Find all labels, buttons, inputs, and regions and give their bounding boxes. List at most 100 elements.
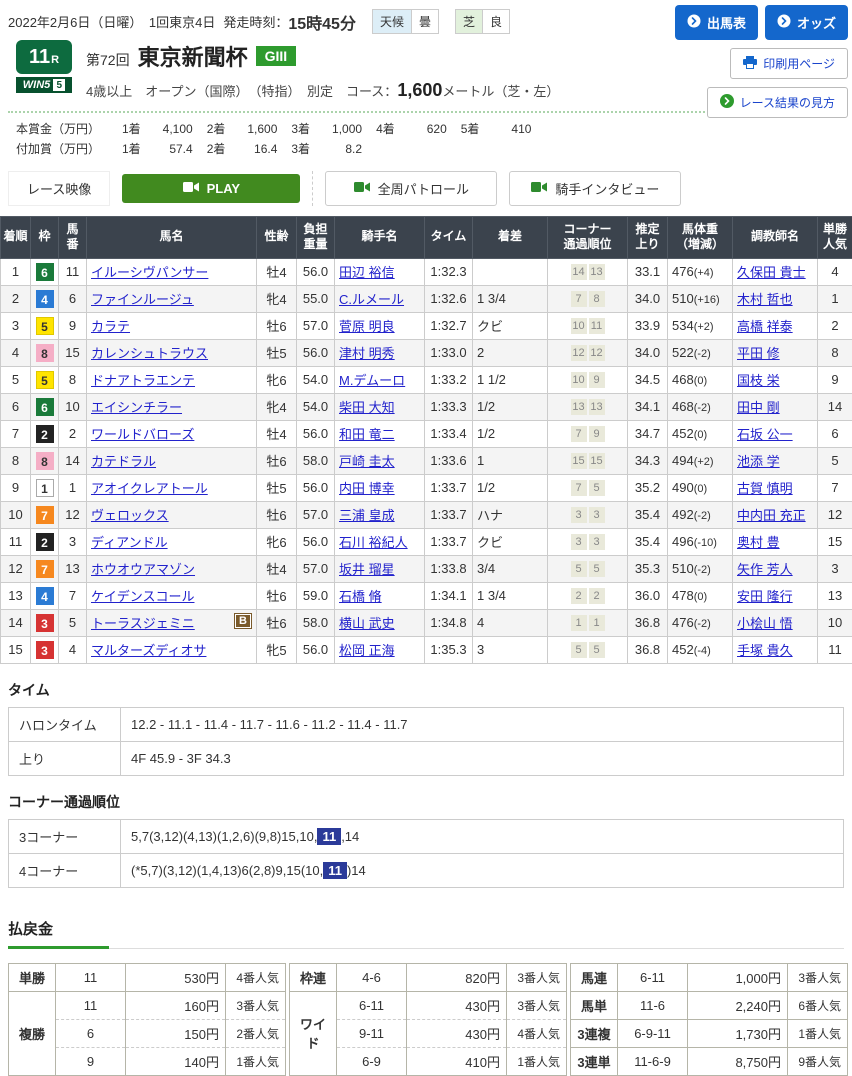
trainer-link[interactable]: 矢作 芳人 — [737, 562, 793, 577]
cell-corner-order: 22 — [548, 582, 628, 609]
jockey-link[interactable]: C.ルメール — [339, 292, 404, 307]
trainer-link[interactable]: 石坂 公一 — [737, 427, 793, 442]
jockey-link[interactable]: 石橋 脩 — [339, 589, 382, 604]
jockey-link[interactable]: 内田 博幸 — [339, 481, 395, 496]
jockey-link[interactable]: 柴田 大知 — [339, 400, 395, 415]
trainer-link[interactable]: 久保田 貴士 — [737, 265, 806, 280]
horse-name-link[interactable]: アオイクレアトール — [91, 481, 208, 496]
header-horse-number: 馬 番 — [59, 216, 87, 258]
trainer-link[interactable]: 安田 隆行 — [737, 589, 793, 604]
patrol-video-button[interactable]: 全周パトロール — [325, 171, 497, 206]
cell-horse-weight: 452(-4) — [668, 636, 733, 663]
jockey-link[interactable]: 田辺 裕信 — [339, 265, 395, 280]
prize-place-label: 3着 — [291, 140, 310, 160]
jockey-link[interactable]: 松岡 正海 — [339, 643, 395, 658]
prize-place-label: 1着 — [122, 120, 141, 140]
cell-waku: 6 — [31, 393, 59, 420]
print-page-button[interactable]: 印刷用ページ — [730, 48, 848, 79]
trainer-link[interactable]: 小桧山 悟 — [737, 616, 793, 631]
cell-horse-name: カレンシュトラウス — [87, 339, 257, 366]
jockey-link[interactable]: 和田 竜二 — [339, 427, 395, 442]
cell-finish-position: 5 — [1, 366, 31, 393]
corner-position-chip: 3 — [571, 534, 587, 550]
horse-name-link[interactable]: ヴェロックス — [91, 508, 169, 523]
cell-time: 1:32.3 — [425, 258, 473, 285]
payout-combination: 11-6-9 — [618, 1047, 688, 1075]
horse-name-link[interactable]: ワールドバローズ — [91, 427, 194, 442]
horse-name-link[interactable]: イルーシヴパンサー — [91, 265, 208, 280]
cell-win-popularity: 4 — [818, 258, 852, 285]
corner4-value: (*5,7)(3,12)(1,4,13)6(2,8)9,15(10,11)14 — [121, 853, 844, 887]
cell-margin: クビ — [473, 528, 548, 555]
jockey-link[interactable]: 津村 明秀 — [339, 346, 395, 361]
payout-combination: 4-6 — [337, 963, 407, 991]
jockey-link[interactable]: 戸崎 圭太 — [339, 454, 395, 469]
cell-margin: クビ — [473, 312, 548, 339]
turf-label: 芝 — [456, 10, 483, 33]
cell-corner-order: 75 — [548, 474, 628, 501]
cell-load-weight: 56.0 — [297, 636, 335, 663]
cell-last3f: 33.1 — [628, 258, 668, 285]
cell-time: 1:33.3 — [425, 393, 473, 420]
corner-position-chip: 9 — [589, 426, 605, 442]
table-row: 2 4 6 ファインルージュ 牝4 55.0 C.ルメール 1:32.6 1 3… — [1, 285, 852, 312]
cell-load-weight: 56.0 — [297, 339, 335, 366]
trainer-link[interactable]: 池添 学 — [737, 454, 780, 469]
race-card-button[interactable]: 出馬表 — [675, 5, 758, 40]
trainer-link[interactable]: 古賀 慎明 — [737, 481, 793, 496]
cell-jockey: 松岡 正海 — [335, 636, 425, 663]
race-results-table: 着順 枠 馬 番 馬名 性齢 負担 重量 騎手名 タイム 着差 コーナー 通過順… — [0, 216, 852, 664]
horse-name-link[interactable]: ディアンドル — [91, 535, 168, 550]
trainer-link[interactable]: 田中 剛 — [737, 400, 780, 415]
cell-win-popularity: 12 — [818, 501, 852, 528]
corner-order-table: 3コーナー 5,7(3,12)(4,13)(1,2,6)(9,8)15,10,1… — [8, 819, 844, 888]
jockey-link[interactable]: 三浦 皇成 — [339, 508, 395, 523]
trainer-link[interactable]: 木村 哲也 — [737, 292, 793, 307]
cell-margin: 1 3/4 — [473, 582, 548, 609]
cell-last3f: 35.3 — [628, 555, 668, 582]
results-guide-button[interactable]: レース結果の見方 — [707, 87, 848, 118]
odds-button[interactable]: オッズ — [765, 5, 848, 40]
corner4-label: 4コーナー — [9, 853, 121, 887]
cell-margin: 4 — [473, 609, 548, 636]
prize-row-label: 付加賞（万円） — [16, 140, 108, 160]
horse-weight-diff: (+2) — [694, 456, 714, 468]
race-video-button[interactable]: レース映像 — [8, 171, 110, 206]
play-label: PLAY — [207, 181, 240, 196]
cell-waku: 7 — [31, 501, 59, 528]
horse-name-link[interactable]: マルターズディオサ — [91, 643, 206, 658]
cell-waku: 8 — [31, 339, 59, 366]
divider — [312, 171, 313, 206]
horse-name-link[interactable]: トーラスジェミニ — [91, 616, 195, 631]
horse-name-link[interactable]: カラテ — [91, 319, 130, 334]
cell-jockey: 和田 竜二 — [335, 420, 425, 447]
horse-name-link[interactable]: ホウオウアマゾン — [91, 562, 195, 577]
jockey-link[interactable]: 菅原 明良 — [339, 319, 395, 334]
trainer-link[interactable]: 中内田 充正 — [737, 508, 806, 523]
trainer-link[interactable]: 高橋 祥泰 — [737, 319, 793, 334]
trainer-link[interactable]: 奥村 豊 — [737, 535, 780, 550]
cell-finish-position: 9 — [1, 474, 31, 501]
trainer-link[interactable]: 国枝 栄 — [737, 373, 780, 388]
jockey-link[interactable]: 石川 裕紀人 — [339, 535, 408, 550]
horse-name-link[interactable]: ケイデンスコール — [91, 589, 194, 604]
waku-badge: 3 — [36, 614, 54, 632]
trainer-link[interactable]: 平田 修 — [737, 346, 780, 361]
cell-time: 1:34.8 — [425, 609, 473, 636]
horse-name-link[interactable]: エイシンチラー — [91, 400, 182, 415]
jockey-link[interactable]: 坂井 瑠星 — [339, 562, 395, 577]
jockey-interview-button[interactable]: 騎手インタビュー — [509, 171, 681, 206]
horse-name-link[interactable]: ファインルージュ — [91, 292, 194, 307]
play-button[interactable]: PLAY — [122, 174, 300, 203]
horse-name-link[interactable]: カレンシュトラウス — [91, 346, 208, 361]
last-furlongs-value: 4F 45.9 - 3F 34.3 — [121, 741, 844, 775]
horse-name-link[interactable]: ドナアトラエンテ — [91, 373, 195, 388]
horse-name-link[interactable]: カテドラル — [91, 454, 156, 469]
jockey-link[interactable]: M.デムーロ — [339, 373, 405, 388]
horse-weight-diff: (0) — [694, 483, 707, 495]
cell-waku: 6 — [31, 258, 59, 285]
prize-amount: 57.4 — [141, 140, 193, 160]
horse-weight-diff: (0) — [694, 375, 707, 387]
jockey-link[interactable]: 横山 武史 — [339, 616, 395, 631]
trainer-link[interactable]: 手塚 貴久 — [737, 643, 793, 658]
